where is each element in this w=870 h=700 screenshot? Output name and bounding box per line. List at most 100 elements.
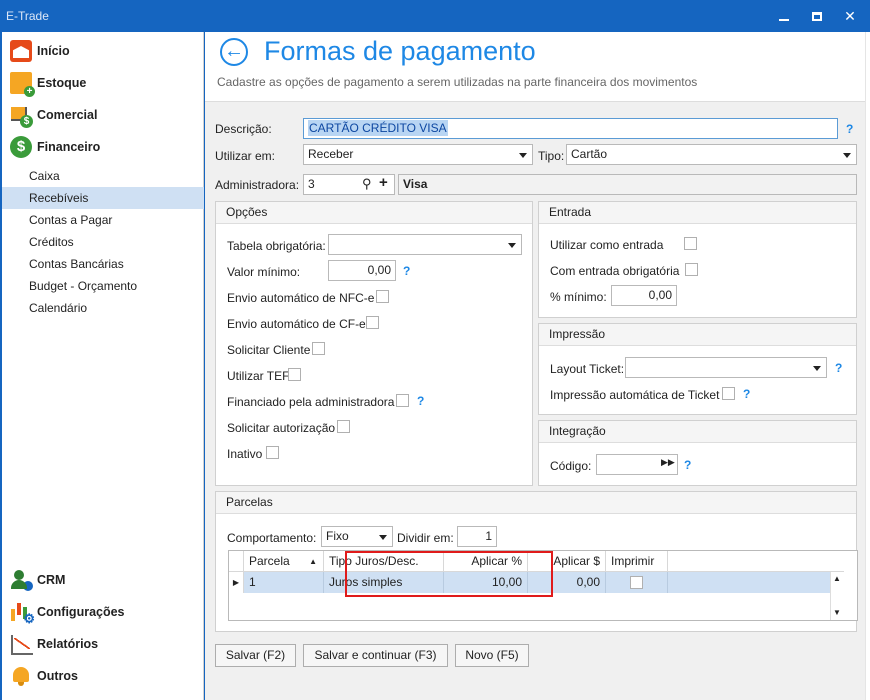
maximize-button[interactable]: [807, 6, 827, 26]
entrada-obrigatoria-checkbox[interactable]: [685, 263, 698, 276]
codigo-help-icon[interactable]: ?: [684, 458, 691, 472]
grid-corner: [229, 551, 244, 572]
utilizar-entrada-checkbox[interactable]: [684, 237, 697, 250]
financiado-checkbox[interactable]: [396, 394, 409, 407]
inativo-checkbox[interactable]: [266, 446, 279, 459]
sidebar-subitem-recebiveis[interactable]: Recebíveis: [2, 187, 204, 209]
integracao-title: Integração: [539, 421, 856, 443]
comportamento-select[interactable]: Fixo: [321, 526, 393, 547]
sidebar-item-label: Configurações: [37, 605, 125, 619]
inativo-label: Inativo: [227, 447, 263, 461]
close-button[interactable]: ✕: [840, 6, 860, 26]
tipo-select[interactable]: Cartão: [566, 144, 857, 165]
finance-icon: [10, 136, 32, 158]
minimize-icon: [779, 19, 789, 21]
maximize-icon: [812, 12, 822, 21]
cell-filler: [668, 572, 830, 593]
administradora-label: Administradora:: [215, 178, 300, 192]
crm-icon: [10, 569, 33, 591]
tabela-select[interactable]: [328, 234, 522, 255]
entrada-obrigatoria-label: Com entrada obrigatória: [550, 264, 680, 278]
page-subtitle: Cadastre as opções de pagamento a serem …: [217, 75, 698, 89]
new-button[interactable]: Novo (F5): [455, 644, 529, 667]
valor-minimo-label: Valor mínimo:: [227, 265, 301, 279]
parcelas-grid: Parcela ▲ Tipo Juros/Desc. Aplicar % Apli…: [228, 550, 858, 621]
descricao-value: CARTÃO CRÉDITO VISA: [308, 120, 448, 136]
scroll-down-icon[interactable]: ▼: [833, 608, 841, 617]
sidebar-item-crm[interactable]: CRM: [10, 567, 200, 593]
sidebar-item-label: Financeiro: [37, 140, 101, 154]
tef-label: Utilizar TEF: [227, 369, 290, 383]
close-icon: ✕: [844, 8, 856, 24]
autorizacao-checkbox[interactable]: [337, 420, 350, 433]
grid-scrollbar[interactable]: ▲ ▼: [830, 572, 844, 620]
sidebar-item-label: Estoque: [37, 76, 87, 90]
layout-ticket-help-icon[interactable]: ?: [835, 361, 842, 375]
sidebar-subitem-caixa[interactable]: Caixa: [2, 165, 204, 187]
page-title: Formas de pagamento: [264, 36, 536, 66]
cell-imprimir[interactable]: [606, 572, 668, 593]
settings-icon: [10, 601, 35, 627]
nfce-label: Envio automático de NFC-e: [227, 291, 375, 305]
descricao-input[interactable]: CARTÃO CRÉDITO VISA: [303, 118, 838, 139]
column-header-parcela[interactable]: Parcela ▲: [244, 551, 324, 572]
sidebar-item-label: Início: [37, 44, 70, 58]
utilizar-select[interactable]: Receber: [303, 144, 533, 165]
scrollbar[interactable]: [865, 32, 870, 700]
dividir-label: Dividir em:: [397, 531, 454, 545]
column-header-filler: [668, 551, 844, 572]
sidebar-item-estoque[interactable]: Estoque: [10, 70, 200, 97]
nfce-checkbox[interactable]: [376, 290, 389, 303]
entrada-panel: Entrada Utilizar como entrada Com entrad…: [538, 201, 857, 318]
financiado-help-icon[interactable]: ?: [417, 394, 424, 408]
utilizar-label: Utilizar em:: [215, 149, 276, 163]
impressao-panel: Impressão Layout Ticket: ? Impressão aut…: [538, 323, 857, 415]
sidebar-item-label: CRM: [37, 573, 66, 587]
column-header-label: Parcela: [249, 554, 290, 568]
parcelas-panel: Parcelas Comportamento: Fixo Dividir em:…: [215, 491, 858, 632]
minimize-button[interactable]: [774, 6, 794, 26]
financiado-label: Financiado pela administradora: [227, 395, 395, 409]
column-header-imprimir[interactable]: Imprimir: [606, 551, 668, 572]
imprimir-checkbox[interactable]: [630, 576, 643, 589]
impressao-auto-checkbox[interactable]: [722, 387, 735, 400]
sidebar-item-label: Relatórios: [37, 637, 99, 651]
sidebar-subitem-budget[interactable]: Budget - Orçamento: [2, 275, 204, 297]
solicitar-cliente-checkbox[interactable]: [312, 342, 325, 355]
sidebar-subitem-contas-a-pagar[interactable]: Contas a Pagar: [2, 209, 204, 231]
sidebar-item-comercial[interactable]: Comercial: [10, 102, 200, 128]
layout-ticket-label: Layout Ticket:: [550, 362, 625, 376]
dividir-input[interactable]: 1: [457, 526, 497, 547]
codigo-label: Código:: [550, 459, 592, 473]
sidebar-subitem-creditos[interactable]: Créditos: [2, 231, 204, 253]
add-icon[interactable]: +: [379, 174, 388, 191]
cfe-checkbox[interactable]: [366, 316, 379, 329]
sidebar: Início Estoque Comercial Financeiro Caix…: [2, 32, 204, 700]
impressao-auto-help-icon[interactable]: ?: [743, 387, 750, 401]
sidebar-item-inicio[interactable]: Início: [10, 38, 200, 64]
opcoes-title: Opções: [216, 202, 532, 224]
cell-parcela[interactable]: 1: [244, 572, 324, 593]
highlight-box: [345, 551, 553, 597]
back-arrow-icon[interactable]: ←: [220, 38, 248, 66]
minimo-input[interactable]: 0,00: [611, 285, 677, 306]
search-icon[interactable]: ⚲: [362, 176, 372, 192]
descricao-help-icon[interactable]: ?: [846, 122, 853, 136]
commercial-icon: [10, 104, 33, 128]
scroll-up-icon[interactable]: ▲: [833, 574, 841, 583]
save-button[interactable]: Salvar (F2): [215, 644, 296, 667]
sidebar-item-financeiro[interactable]: Financeiro: [10, 134, 200, 160]
sidebar-item-configuracoes[interactable]: Configurações: [10, 599, 200, 627]
minimo-label: % mínimo:: [550, 290, 607, 304]
fast-forward-icon[interactable]: ▶▶: [661, 457, 675, 468]
valor-minimo-input[interactable]: 0,00: [328, 260, 396, 281]
save-continue-button[interactable]: Salvar e continuar (F3): [303, 644, 448, 667]
sidebar-item-outros[interactable]: Outros: [10, 663, 200, 689]
valor-minimo-help-icon[interactable]: ?: [403, 264, 410, 278]
title-bar: E-Trade ✕: [0, 0, 870, 32]
sidebar-subitem-contas-bancarias[interactable]: Contas Bancárias: [2, 253, 204, 275]
sidebar-item-relatorios[interactable]: Relatórios: [10, 631, 200, 657]
tef-checkbox[interactable]: [288, 368, 301, 381]
sidebar-subitem-calendario[interactable]: Calendário: [2, 297, 204, 319]
layout-ticket-select[interactable]: [625, 357, 827, 378]
